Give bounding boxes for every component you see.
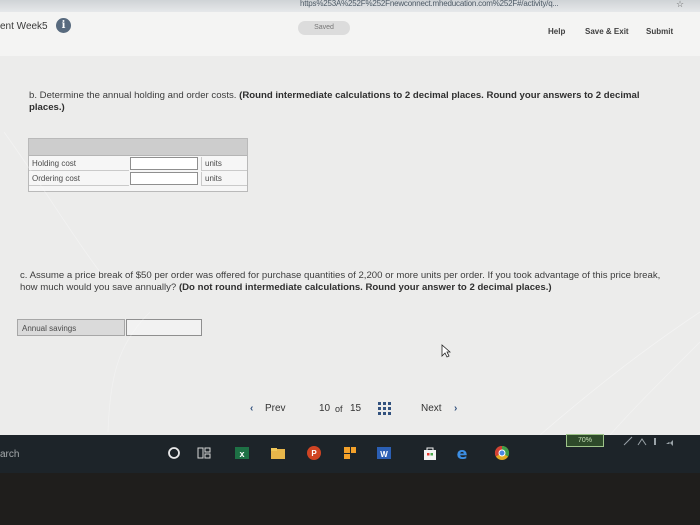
chevron-left-icon[interactable]: ‹: [250, 403, 253, 414]
holding-cost-label: Holding cost: [29, 157, 129, 171]
word-icon[interactable]: W: [376, 445, 392, 461]
annual-savings-input[interactable]: [126, 319, 202, 336]
url-text[interactable]: https%253A%252F%252Fnewconnect.mheducati…: [300, 0, 559, 8]
taskbar-search-text[interactable]: arch: [0, 449, 19, 460]
question-b-text: b. Determine the annual holding and orde…: [29, 90, 669, 114]
laptop-bezel: [0, 473, 700, 525]
question-content: b. Determine the annual holding and orde…: [0, 56, 700, 435]
page-current: 10: [319, 403, 331, 414]
excel-icon[interactable]: x: [234, 445, 250, 461]
system-tray-icons: [623, 436, 673, 446]
saved-status: Saved: [298, 21, 350, 35]
svg-text:P: P: [311, 449, 317, 458]
page-of-label: of: [335, 404, 343, 414]
help-button[interactable]: Help: [548, 27, 565, 36]
info-icon[interactable]: i: [56, 18, 71, 33]
star-icon[interactable]: ☆: [676, 0, 684, 10]
cortana-circle-icon[interactable]: [166, 445, 182, 461]
prev-button[interactable]: Prev: [265, 403, 286, 414]
windows-store-icon[interactable]: [342, 445, 358, 461]
submit-button[interactable]: Submit: [646, 27, 673, 36]
store-bag-icon[interactable]: [422, 445, 438, 461]
question-grid-icon[interactable]: [378, 402, 391, 415]
question-c-instruction: (Do not round intermediate calculations.…: [178, 282, 552, 293]
mouse-cursor-icon: [441, 344, 451, 358]
question-b-prefix: b. Determine the annual holding and orde…: [29, 90, 237, 101]
svg-text:W: W: [380, 450, 388, 459]
battery-indicator: 70%: [566, 434, 604, 447]
task-view-icon[interactable]: [196, 445, 212, 461]
chevron-right-icon[interactable]: ›: [454, 403, 457, 414]
file-explorer-icon[interactable]: [270, 445, 286, 461]
next-button[interactable]: Next: [421, 403, 442, 414]
ordering-cost-input[interactable]: [130, 172, 198, 185]
svg-text:x: x: [239, 449, 244, 459]
costs-table: Holding cost units Ordering cost units: [28, 138, 248, 192]
edge-icon[interactable]: e: [454, 445, 470, 461]
holding-cost-unit: units: [201, 157, 247, 171]
annual-savings-label: Annual savings: [17, 319, 125, 336]
week-label: ent Week5: [0, 21, 48, 32]
question-c-text: c. Assume a price break of $50 per order…: [20, 270, 675, 294]
page-total: 15: [350, 403, 362, 414]
windows-taskbar: arch x P W e 70%: [0, 434, 700, 473]
ordering-cost-unit: units: [201, 172, 247, 186]
browser-address-bar[interactable]: https%253A%252F%252Fnewconnect.mheducati…: [0, 0, 700, 12]
chrome-icon[interactable]: [494, 445, 510, 461]
save-exit-button[interactable]: Save & Exit: [585, 27, 629, 36]
holding-cost-input[interactable]: [130, 157, 198, 170]
svg-text:e: e: [457, 445, 468, 461]
assignment-page: ent Week5 i Saved Help Save & Exit Submi…: [0, 12, 700, 435]
ordering-cost-label: Ordering cost: [29, 172, 129, 186]
powerpoint-icon[interactable]: P: [306, 445, 322, 461]
costs-table-header: [29, 139, 247, 156]
assignment-header: ent Week5 i Saved Help Save & Exit Submi…: [0, 12, 700, 57]
